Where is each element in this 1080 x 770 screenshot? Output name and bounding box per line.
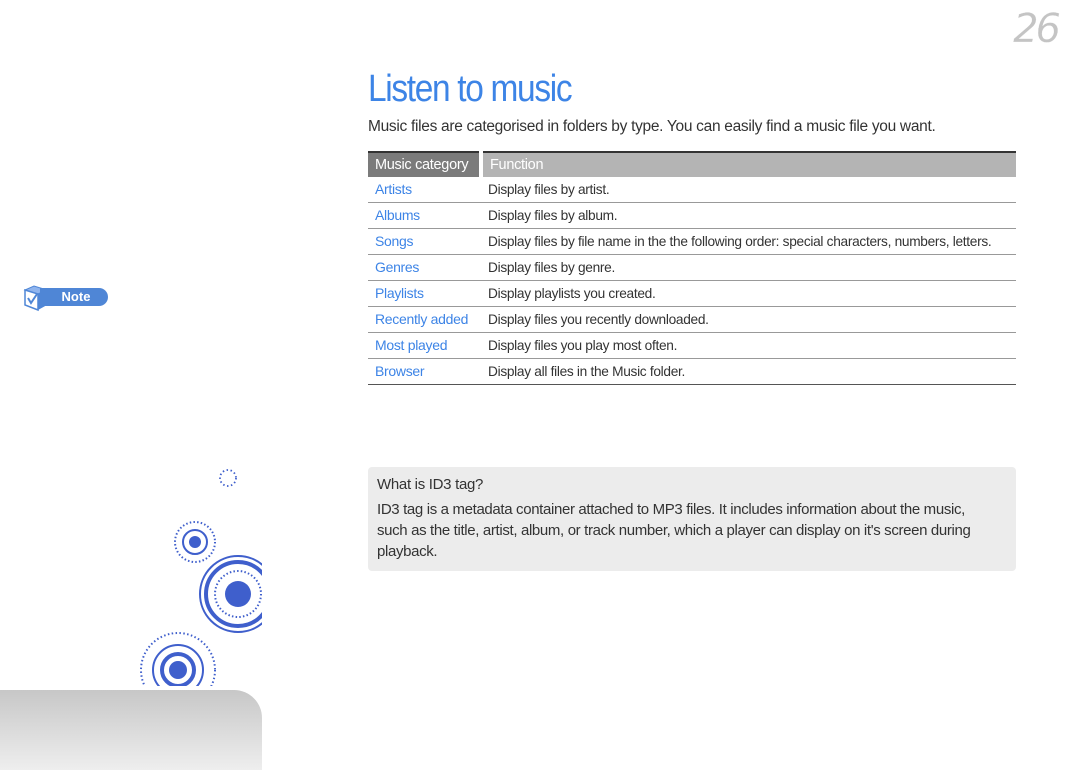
table-row: Artists Display files by artist.: [368, 177, 1016, 203]
function-cell: Display all files in the Music folder.: [481, 358, 1016, 385]
table-row: Albums Display files by album.: [368, 202, 1016, 229]
music-category-table: Music category Function Artists Display f…: [368, 151, 1016, 385]
function-cell: Display files you play most often.: [481, 332, 1016, 359]
function-cell: Display files by artist.: [481, 177, 1016, 203]
bottom-tab-decoration: [0, 690, 262, 770]
category-cell: Albums: [368, 202, 481, 229]
header-function: Function: [481, 152, 1016, 177]
function-cell: Display files you recently downloaded.: [481, 306, 1016, 333]
function-cell: Display files by file name in the the fo…: [481, 228, 1016, 255]
id3-info-box: What is ID3 tag? ID3 tag is a metadata c…: [368, 467, 1016, 571]
big-circle-dot: [225, 581, 251, 607]
category-cell: Artists: [368, 177, 481, 203]
table-row: Songs Display files by file name in the t…: [368, 228, 1016, 255]
small-dotted-circle: [219, 469, 237, 487]
header-music-category: Music category: [368, 152, 483, 177]
intro-text: Music files are categorised in folders b…: [368, 118, 936, 135]
low-circle-dot: [169, 661, 187, 679]
id3-body: ID3 tag is a metadata container attached…: [377, 501, 971, 560]
function-cell: Display playlists you created.: [481, 280, 1016, 307]
category-cell: Recently added: [368, 306, 481, 333]
id3-title: What is ID3 tag?: [377, 476, 484, 493]
table-row: Most played Display files you play most o…: [368, 332, 1016, 359]
category-cell: Genres: [368, 254, 481, 281]
note-label: Note: [40, 288, 108, 306]
page-number: 26: [1013, 6, 1061, 52]
category-cell: Playlists: [368, 280, 481, 307]
function-cell: Display files by genre.: [481, 254, 1016, 281]
category-cell: Songs: [368, 228, 481, 255]
table-row: Playlists Display playlists you created.: [368, 280, 1016, 307]
table-header-row: Music category Function: [368, 152, 1016, 177]
page-title: Listen to music: [368, 68, 573, 110]
decorative-circles: [130, 469, 262, 690]
category-cell: Browser: [368, 358, 481, 385]
table-row: Recently added Display files you recently…: [368, 306, 1016, 333]
note-badge: Note: [22, 284, 110, 312]
category-cell: Most played: [368, 332, 481, 359]
mid-circle-dot: [189, 536, 201, 548]
table-row: Genres Display files by genre.: [368, 254, 1016, 281]
function-cell: Display files by album.: [481, 202, 1016, 229]
table-row: Browser Display all files in the Music fo…: [368, 358, 1016, 385]
